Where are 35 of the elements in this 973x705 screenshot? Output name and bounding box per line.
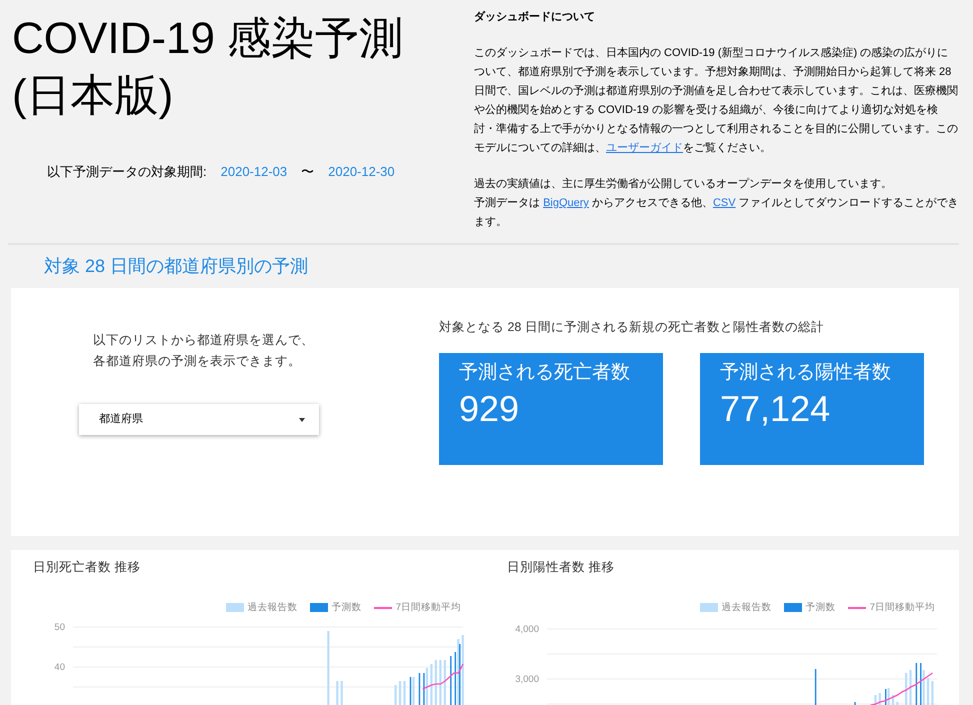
page-title: COVID-19 感染予測 bbox=[12, 13, 404, 65]
tile-label: 予測される陽性者数 bbox=[720, 360, 892, 385]
legend-label: 7日間移動平均 bbox=[396, 600, 461, 615]
section-title: 対象 28 日間の都道府県別の予測 bbox=[44, 255, 310, 278]
legend-label: 過去報告数 bbox=[248, 600, 298, 615]
chart-title: 日別陽性者数 推移 bbox=[507, 559, 616, 576]
download-text: 予測データは BigQuery からアクセスできる他、CSV ファイルとしてダウンロードすることができます。 bbox=[474, 196, 959, 230]
tile-label: 予測される死亡者数 bbox=[459, 360, 631, 385]
about-paragraph: このダッシュボードでは、日本国内の COVID-19 (新型コロナウイルス感染症) の感染の広がりについて、都道府県別で予測を表示しています。予想対象期間は、予測開始日から起算して将来 28 日間で、国レベルの予測は都道府県別の予測値を足し合わせて表示しています。これは、医療機関や公的機関を始めとする COVID-19 の影響を受ける組織が、今後に向けてより適切な対処を検討・準備する上で手がかりとなる情報の一つとして利用されることを目的に公開しています。このモデルについての詳細は、ユーザーガイド をご覧ください。 bbox=[474, 46, 959, 156]
instruction-text: 以下のリストから都道府県を選んで、 bbox=[93, 332, 315, 349]
axis-tick-label: 40 bbox=[54, 662, 65, 673]
axis-tick-label: 4,000 bbox=[515, 624, 539, 635]
totals-heading: 対象となる 28 日間に予測される新規の死亡者数と陽性者数の総計 bbox=[439, 319, 825, 336]
legend-label: 過去報告数 bbox=[722, 600, 772, 615]
user-guide-link[interactable]: ユーザーガイド bbox=[606, 142, 683, 154]
data-source-text: 過去の実績値は、主に厚生労働省が公開しているオープンデータを使用しています。 bbox=[474, 176, 893, 192]
legend-label: 予測数 bbox=[806, 600, 836, 615]
legend-label: 予測数 bbox=[332, 600, 362, 615]
date-separator: 〜 bbox=[301, 163, 314, 181]
csv-link[interactable]: CSV bbox=[712, 197, 736, 209]
axis-tick-label: 3,000 bbox=[515, 674, 539, 685]
bigquery-link[interactable]: BigQuery bbox=[543, 197, 589, 209]
page-subtitle: (日本版) bbox=[12, 70, 174, 122]
chart-title: 日別死亡者数 推移 bbox=[33, 559, 142, 576]
period-label: 以下予測データの対象期間: bbox=[47, 163, 207, 181]
legend-label: 7日間移動平均 bbox=[870, 600, 935, 615]
tile-value: 77,124 bbox=[720, 387, 832, 432]
axis-tick-label: 50 bbox=[54, 622, 65, 633]
prefecture-select[interactable]: 都道府県 bbox=[79, 404, 319, 435]
about-heading: ダッシュボードについて bbox=[474, 10, 596, 25]
instruction-text: 各都道府県の予測を表示できます。 bbox=[93, 353, 302, 370]
dropdown-caret-icon bbox=[299, 418, 305, 422]
start-date: 2020-12-03 bbox=[220, 163, 288, 181]
tile-value: 929 bbox=[459, 387, 520, 432]
end-date: 2020-12-30 bbox=[328, 163, 395, 181]
